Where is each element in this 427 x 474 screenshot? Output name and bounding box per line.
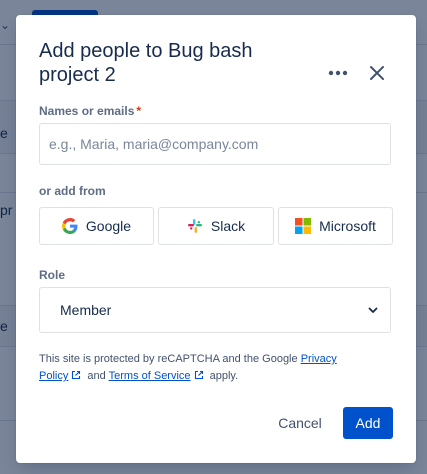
microsoft-button[interactable]: Microsoft [278,207,393,245]
close-icon [370,66,384,80]
google-icon [61,218,78,234]
add-button[interactable]: Add [343,407,393,439]
slack-icon [187,219,202,233]
names-label-text: Names or emails [39,104,135,118]
add-from-label: or add from [39,184,106,198]
google-button[interactable]: Google [39,207,154,245]
names-or-emails-input[interactable] [47,135,383,153]
legal-suffix: apply. [206,370,239,382]
legal-middle: and [84,370,109,382]
names-input-container[interactable] [39,123,391,165]
role-select[interactable]: Member [39,287,391,333]
cancel-button[interactable]: Cancel [266,407,334,439]
terms-of-service-link[interactable]: Terms of Service [109,370,191,382]
names-field-label: Names or emails * [39,104,141,118]
microsoft-icon [295,218,312,234]
slack-button[interactable]: Slack [158,207,274,245]
external-link-icon [72,370,81,380]
external-link-icon [194,370,203,380]
role-label: Role [39,268,66,282]
more-horizontal-icon [328,70,348,76]
add-people-dialog: Add people to Bug bash project 2 Names o… [16,15,416,463]
required-marker: * [136,104,142,118]
recaptcha-notice: This site is protected by reCAPTCHA and … [39,351,369,385]
dialog-title: Add people to Bug bash project 2 [39,40,253,86]
google-button-label: Google [85,218,132,234]
microsoft-button-label: Microsoft [319,218,376,234]
close-button[interactable] [363,59,391,87]
chevron-down-icon [368,307,378,313]
legal-prefix: This site is protected by reCAPTCHA and … [39,353,301,365]
slack-button-label: Slack [210,218,246,234]
more-options-button[interactable] [324,63,352,83]
role-select-value: Member [60,302,112,318]
